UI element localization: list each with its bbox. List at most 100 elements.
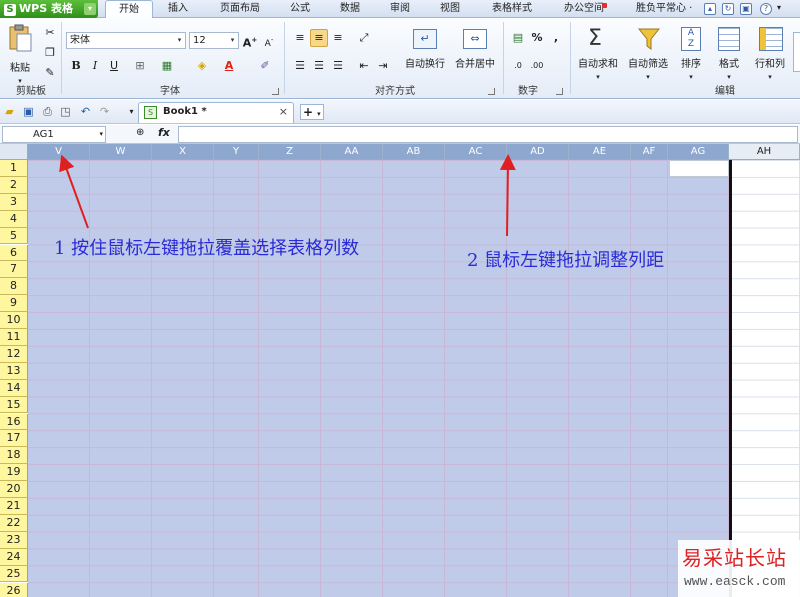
- formula-input[interactable]: [178, 126, 798, 143]
- column-header-ad[interactable]: AD: [507, 144, 569, 160]
- row-header-13[interactable]: 13: [0, 362, 28, 380]
- column-resize-indicator[interactable]: [729, 160, 732, 597]
- increase-indent-icon[interactable]: ⇥: [374, 57, 392, 75]
- name-box[interactable]: AG1 ▾: [2, 126, 106, 143]
- row-header-8[interactable]: 8: [0, 278, 28, 296]
- align-right-icon[interactable]: ☰: [329, 57, 347, 75]
- print-preview-icon[interactable]: ◳: [58, 104, 73, 119]
- bold-button[interactable]: B: [67, 57, 85, 75]
- row-header-16[interactable]: 16: [0, 413, 28, 431]
- tab-view[interactable]: 视图: [432, 0, 468, 18]
- print-icon[interactable]: ⎙: [40, 104, 55, 119]
- align-middle-icon[interactable]: ≡: [310, 29, 328, 47]
- row-header-2[interactable]: 2: [0, 176, 28, 194]
- redo-icon[interactable]: ↷: [97, 104, 112, 119]
- italic-button[interactable]: I: [86, 57, 104, 75]
- collapse-ribbon-icon[interactable]: ▴: [704, 3, 716, 15]
- border-icon[interactable]: ⊞: [131, 57, 149, 75]
- copy-icon[interactable]: ❐: [41, 44, 59, 62]
- skin-icon[interactable]: ▣: [740, 3, 752, 15]
- column-header-v[interactable]: V: [28, 144, 90, 160]
- row-header-26[interactable]: 26: [0, 582, 28, 597]
- column-header-ab[interactable]: AB: [383, 144, 445, 160]
- align-bottom-icon[interactable]: ≡: [329, 29, 347, 47]
- autofilter-button[interactable]: 自动筛选 ▾: [625, 24, 671, 82]
- new-tab-button[interactable]: + ▾: [300, 104, 324, 120]
- alignment-dialog-launcher-icon[interactable]: [488, 88, 495, 95]
- row-header-9[interactable]: 9: [0, 295, 28, 313]
- percent-button[interactable]: %: [528, 29, 546, 47]
- column-header-ac[interactable]: AC: [445, 144, 507, 160]
- row-header-20[interactable]: 20: [0, 481, 28, 498]
- increase-decimal-icon[interactable]: .0: [509, 57, 527, 75]
- wrap-text-button[interactable]: ↵ 自动换行: [402, 24, 448, 74]
- tab-data[interactable]: 数据: [332, 0, 368, 18]
- align-left-icon[interactable]: ☰: [291, 57, 309, 75]
- clear-format-icon[interactable]: ✐: [256, 57, 274, 75]
- column-header-af[interactable]: AF: [631, 144, 668, 160]
- grow-font-button[interactable]: A+: [241, 31, 259, 50]
- decrease-indent-icon[interactable]: ⇤: [355, 57, 373, 75]
- column-header-w[interactable]: W: [90, 144, 152, 160]
- cut-icon[interactable]: ✂: [41, 24, 59, 42]
- column-header-x[interactable]: X: [152, 144, 214, 160]
- column-header-z[interactable]: Z: [259, 144, 321, 160]
- row-header-7[interactable]: 7: [0, 261, 28, 279]
- help-icon[interactable]: ?: [760, 3, 772, 15]
- user-name[interactable]: 胜负平常心 ·: [636, 0, 692, 18]
- autosum-button[interactable]: Σ 自动求和 ▾: [575, 24, 621, 82]
- rows-columns-button[interactable]: 行和列 ▾: [750, 24, 790, 82]
- column-header-ae[interactable]: AE: [569, 144, 631, 160]
- font-color-icon[interactable]: A: [220, 57, 238, 75]
- open-folder-icon[interactable]: ▰: [2, 104, 17, 119]
- undo-icon[interactable]: ↶: [78, 104, 93, 119]
- row-header-12[interactable]: 12: [0, 345, 28, 363]
- row-header-1[interactable]: 1: [0, 160, 28, 177]
- help-dropdown-icon[interactable]: ▾: [777, 3, 781, 12]
- row-header-23[interactable]: 23: [0, 531, 28, 549]
- row-header-25[interactable]: 25: [0, 565, 28, 583]
- column-header-aa[interactable]: AA: [321, 144, 383, 160]
- format-button[interactable]: 格式 ▾: [712, 24, 746, 82]
- sync-icon[interactable]: ↻: [722, 3, 734, 15]
- align-center-icon[interactable]: ☰: [310, 57, 328, 75]
- row-header-14[interactable]: 14: [0, 379, 28, 397]
- font-dialog-launcher-icon[interactable]: [272, 88, 279, 95]
- worksheet-button[interactable]: [793, 32, 800, 72]
- row-header-22[interactable]: 22: [0, 514, 28, 532]
- row-header-5[interactable]: 5: [0, 227, 28, 245]
- save-icon[interactable]: ▣: [21, 104, 36, 119]
- tab-page-layout[interactable]: 页面布局: [212, 0, 268, 18]
- column-header-ag[interactable]: AG: [668, 144, 729, 160]
- close-tab-icon[interactable]: ×: [279, 105, 288, 118]
- row-header-24[interactable]: 24: [0, 548, 28, 566]
- tab-table-style[interactable]: 表格样式: [484, 0, 540, 18]
- zoom-formula-icon[interactable]: ⊕: [136, 127, 144, 138]
- format-painter-icon[interactable]: ✎: [41, 64, 59, 82]
- column-header-ah[interactable]: AH: [729, 144, 800, 160]
- row-header-4[interactable]: 4: [0, 210, 28, 228]
- fill-pattern-icon[interactable]: ▦: [158, 57, 176, 75]
- fill-color-icon[interactable]: ◈: [193, 57, 211, 75]
- selected-columns-range[interactable]: [28, 160, 729, 597]
- active-cell[interactable]: [669, 160, 729, 177]
- row-header-15[interactable]: 15: [0, 396, 28, 414]
- row-header-3[interactable]: 3: [0, 193, 28, 211]
- column-header-y[interactable]: Y: [214, 144, 259, 160]
- align-top-icon[interactable]: ≡: [291, 29, 309, 47]
- row-header-19[interactable]: 19: [0, 464, 28, 482]
- decrease-decimal-icon[interactable]: .00: [528, 57, 546, 75]
- merge-center-button[interactable]: ⇔ 合并居中: [452, 24, 498, 74]
- app-menu-dropdown-icon[interactable]: ▾: [84, 3, 96, 15]
- row-header-10[interactable]: 10: [0, 312, 28, 329]
- currency-icon[interactable]: ▤: [509, 29, 527, 47]
- row-header-18[interactable]: 18: [0, 447, 28, 465]
- row-header-6[interactable]: 6: [0, 244, 28, 262]
- row-header-17[interactable]: 17: [0, 430, 28, 448]
- app-menu-button[interactable]: S WPS 表格 ▾: [0, 0, 98, 18]
- underline-button[interactable]: U: [105, 57, 123, 75]
- select-all-corner[interactable]: [0, 144, 28, 160]
- customize-toolbar-icon[interactable]: ▾: [124, 104, 139, 119]
- shrink-font-button[interactable]: A-: [260, 31, 278, 49]
- font-size-select[interactable]: 12 ▾: [189, 32, 239, 49]
